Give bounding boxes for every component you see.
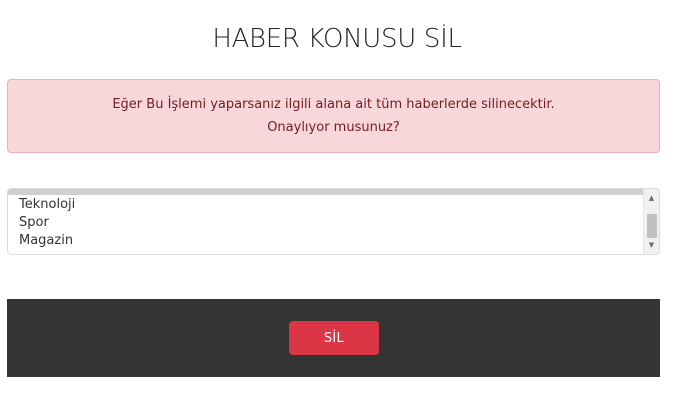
delete-button[interactable]: SİL [289,321,379,355]
partially-hidden-option[interactable] [8,189,643,195]
confirmation-alert: Eğer Bu İşlemi yaparsanız ilgili alana a… [7,79,660,153]
listbox-options[interactable]: Teknoloji Spor Magazin [8,189,643,254]
alert-message-line-1: Eğer Bu İşlemi yaparsanız ilgili alana a… [112,97,555,112]
listbox-scrollbar[interactable]: ▲ ▼ [643,189,659,254]
page-title: HABER KONUSU SİL [212,24,462,54]
scroll-down-arrow-icon[interactable]: ▼ [644,238,659,252]
scroll-thumb[interactable] [647,214,657,238]
footer-bar: SİL [7,299,660,377]
listbox-option-teknoloji[interactable]: Teknoloji [19,196,75,214]
scroll-up-arrow-icon[interactable]: ▲ [644,191,659,205]
listbox-option-spor[interactable]: Spor [19,214,49,232]
alert-message-line-2: Onaylıyor musunuz? [267,120,400,135]
listbox-option-magazin[interactable]: Magazin [19,232,73,250]
category-listbox[interactable]: Teknoloji Spor Magazin ▲ ▼ [7,188,660,255]
